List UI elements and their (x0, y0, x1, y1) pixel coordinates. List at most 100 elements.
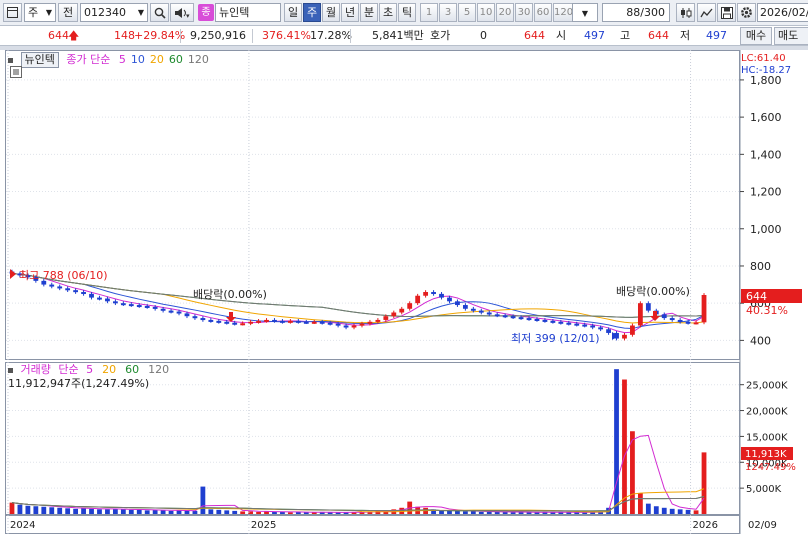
end-date-label: 02/09 (748, 520, 777, 531)
count-field[interactable]: 88/300 (602, 3, 670, 22)
hc-label: HC:-18.27 (741, 65, 791, 76)
candle-body (518, 317, 524, 320)
volume-bar (25, 505, 31, 514)
candle-body (319, 321, 325, 324)
volume-bar (224, 510, 230, 514)
stock-chip[interactable]: 뉴인텍 (20, 52, 59, 68)
interval-button-1[interactable]: 1 (420, 3, 438, 22)
price-tick-label: 800 (750, 260, 771, 273)
window-icon[interactable] (3, 3, 22, 22)
volume-bar (685, 509, 691, 514)
current-pct-label: 40.31% (746, 304, 788, 317)
search-icon[interactable] (150, 3, 169, 22)
candle-body (49, 284, 55, 287)
chevron-down-icon: ▼ (137, 8, 144, 17)
dividend-annotation-1: 배당락(0.00%) (193, 288, 267, 301)
interval-button-5[interactable]: 5 (458, 3, 476, 22)
volume-bar (232, 510, 238, 514)
volume-bar (89, 508, 94, 514)
volume-ma-legend: 5 20 60 120 (82, 363, 174, 376)
hoga-price: 644 (524, 29, 545, 42)
grid-icon (8, 57, 13, 63)
interval-button-10[interactable]: 10 (477, 3, 495, 22)
period-tab-3[interactable]: 년 (341, 3, 359, 22)
toolbar: 주 ▼ 전 012340 ▼ ▾ 종 뉴인텍 일주월년분초틱 1 3 5 10 20 30… (0, 0, 808, 26)
chevron-down-icon: ▼ (45, 8, 52, 17)
period-tab-1[interactable]: 주 (303, 3, 321, 22)
volume-bar (136, 509, 142, 514)
x-tick-label: 2025 (251, 520, 276, 531)
candle-body (303, 321, 309, 324)
volume-bar (303, 512, 309, 514)
interval-button-20[interactable]: 20 (496, 3, 514, 22)
volume-ma-legend-5: 5 (86, 363, 94, 376)
code-input[interactable]: 012340 ▼ (80, 3, 148, 22)
period-tab-5[interactable]: 초 (379, 3, 397, 22)
interval-button-60[interactable]: 60 (534, 3, 552, 22)
market-select[interactable]: 주 ▼ (24, 3, 56, 22)
candle-body (582, 324, 588, 327)
volume-tick-label: 25,000K (746, 381, 788, 392)
candle-body (534, 318, 540, 321)
volume-bar (240, 511, 246, 514)
period-tab-2[interactable]: 월 (322, 3, 340, 22)
candle-body (399, 308, 405, 313)
chart-settings-icon[interactable] (10, 66, 22, 78)
interval-dropdown[interactable]: ▼ (572, 3, 598, 22)
period-tab-4[interactable]: 분 (360, 3, 378, 22)
volume-bar (478, 511, 484, 514)
candle-body (359, 323, 365, 326)
volume-y-axis: 5,000K10,000K15,000K20,000K25,000K (740, 381, 788, 495)
candle-body (128, 304, 134, 307)
chart-area[interactable]: 4006008001,0001,2001,4001,6001,800 5,000… (0, 50, 808, 534)
candle-body (327, 322, 333, 325)
candle-body (391, 312, 397, 317)
candle-body (383, 316, 389, 320)
prev-button[interactable]: 전 (58, 3, 78, 22)
divider (252, 29, 253, 43)
candle-body (97, 297, 102, 300)
date-input[interactable]: 2026/02/0 (757, 3, 808, 22)
volume-bar (112, 508, 118, 514)
volume-bar (272, 511, 277, 514)
x-axis-frame (5, 515, 740, 534)
volume-bar (669, 508, 675, 514)
sell-button[interactable]: 매도 (774, 27, 808, 45)
candle-body (144, 305, 150, 308)
candle-body (637, 303, 643, 326)
price-value: 644 (48, 29, 69, 42)
buy-button[interactable]: 매수 (740, 27, 772, 45)
volume-bar (614, 369, 619, 514)
candle-body (375, 319, 381, 322)
interval-button-30[interactable]: 30 (515, 3, 533, 22)
gear-icon[interactable] (737, 3, 756, 22)
candle-body (661, 314, 667, 319)
save-icon[interactable] (717, 3, 736, 22)
candle-type-icon[interactable] (676, 3, 695, 22)
volume-ratio: 376.41% (262, 29, 311, 42)
speaker-icon[interactable]: ▾ (170, 3, 194, 22)
volume-bar (176, 510, 182, 514)
volume-bar (447, 510, 452, 514)
candle-body (606, 329, 611, 333)
svg-text:▾: ▾ (186, 12, 190, 19)
volume-tick-label: 5,000K (746, 484, 782, 495)
candle-body (558, 321, 564, 324)
interval-button-3[interactable]: 3 (439, 3, 457, 22)
candle-body (502, 315, 508, 318)
price-legend: 뉴인텍 종가 단순 5 10 20 60 120 (8, 52, 214, 68)
candle-body (280, 320, 285, 323)
stock-name-field[interactable]: 뉴인텍 (215, 3, 281, 22)
market-label: 주 (28, 6, 39, 19)
candle-body (168, 310, 174, 313)
candle-body (240, 323, 246, 326)
volume-bar (160, 510, 166, 514)
line-tool-icon[interactable] (697, 3, 716, 22)
period-tab-6[interactable]: 틱 (398, 3, 416, 22)
volume-ma-legend-60: 60 (125, 363, 140, 376)
interval-button-120[interactable]: 120 (553, 3, 574, 22)
count-value: 88 (626, 6, 641, 19)
candle-body (295, 320, 301, 323)
period-tab-0[interactable]: 일 (284, 3, 302, 22)
candle-body (105, 298, 110, 302)
